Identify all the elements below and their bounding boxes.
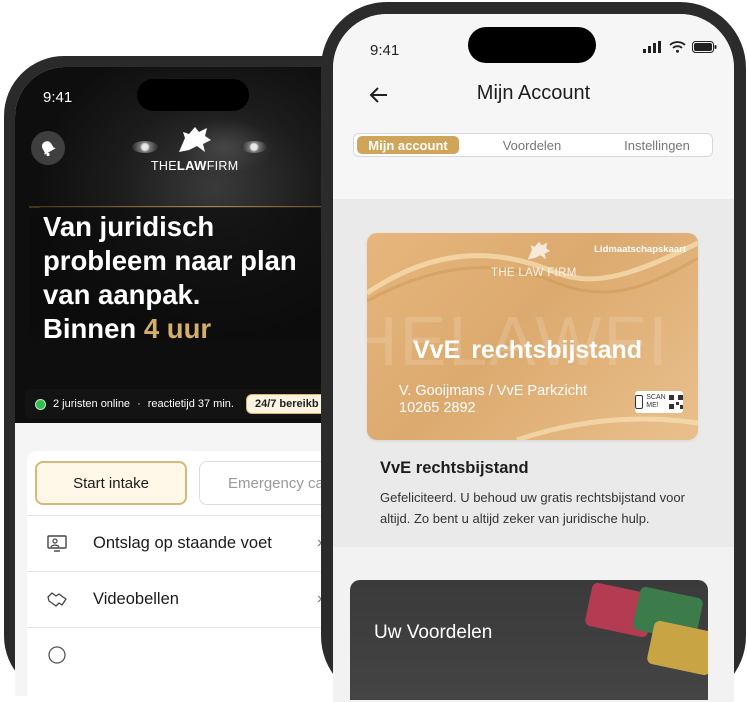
dynamic-island bbox=[137, 79, 249, 111]
voordelen-card[interactable]: Uw Voordelen bbox=[350, 580, 708, 700]
card-logo-text: THE LAW FIRM bbox=[491, 267, 577, 279]
page-title: Mijn Account bbox=[476, 82, 591, 104]
card-title: VvE rechtsbijstand bbox=[413, 336, 643, 364]
tab-instellingen[interactable]: Instellingen bbox=[612, 136, 702, 154]
left-phone-screen: 9:41 THELAWFIRM Van juridisch probleem n… bbox=[15, 67, 373, 696]
right-phone-frame: 9:41 Mijn Account Mijn account Voordelen… bbox=[321, 2, 746, 702]
card-type-label: Lidmaatschapskaart bbox=[594, 244, 686, 255]
separator-dot: · bbox=[137, 398, 141, 410]
reaction-time: reactietijd 37 min. bbox=[147, 398, 234, 410]
online-dot-icon bbox=[35, 398, 46, 410]
actions-area: Start intake Emergency cal Ontslag op st… bbox=[15, 423, 373, 696]
account-tabs: Mijn account Voordelen Instellingen bbox=[353, 133, 713, 157]
availability-badge: 24/7 bereikb bbox=[245, 394, 328, 414]
circle-icon bbox=[48, 646, 66, 664]
status-time: 9:41 bbox=[43, 89, 73, 106]
brand-logo-text: THELAWFIRM bbox=[151, 158, 239, 173]
list-item-label: Ontslag op staande voet bbox=[93, 533, 272, 552]
panther-eye-left bbox=[132, 141, 158, 153]
bell-icon bbox=[41, 141, 56, 157]
status-time: 9:41 bbox=[370, 42, 400, 59]
scan-me-qr-badge[interactable]: SCAN ME! bbox=[635, 391, 683, 413]
monitor-person-icon bbox=[47, 535, 67, 552]
start-intake-button[interactable]: Start intake bbox=[35, 461, 187, 505]
dynamic-island bbox=[468, 27, 596, 63]
status-icons bbox=[643, 41, 717, 53]
me-label: ME! bbox=[646, 402, 659, 409]
scan-label: SCAN bbox=[646, 394, 666, 401]
phone-icon bbox=[635, 395, 644, 409]
handshake-icon bbox=[47, 592, 67, 607]
section-body: Gefeliciteerd. U behoud uw gratis rechts… bbox=[380, 490, 685, 526]
tab-voordelen[interactable]: Voordelen bbox=[492, 136, 572, 154]
card-number: 10265 2892 bbox=[399, 400, 476, 416]
signal-icon bbox=[643, 41, 661, 53]
battery-icon bbox=[692, 41, 717, 53]
membership-card[interactable]: HELAWFI Lidmaatschapskaart THE LAW FIRM … bbox=[367, 233, 698, 440]
panther-eye-right bbox=[241, 141, 267, 153]
lion-logo-icon bbox=[527, 241, 551, 260]
qr-code-icon bbox=[668, 395, 683, 409]
benefit-card-thumb bbox=[646, 619, 708, 677]
right-phone-screen: 9:41 Mijn Account Mijn account Voordelen… bbox=[333, 14, 734, 702]
list-item-label: Videobellen bbox=[93, 589, 179, 608]
section-heading: VvE rechtsbijstand bbox=[380, 459, 529, 477]
online-count: 2 juristen online bbox=[53, 398, 131, 410]
card-holder: V. Gooijmans / VvE Parkzicht bbox=[399, 383, 588, 399]
lion-logo-icon bbox=[179, 127, 211, 152]
section-divider bbox=[333, 547, 734, 581]
notification-bell-button[interactable] bbox=[31, 131, 65, 165]
wifi-icon bbox=[669, 41, 686, 53]
tab-mijn-account[interactable]: Mijn account bbox=[357, 136, 459, 154]
